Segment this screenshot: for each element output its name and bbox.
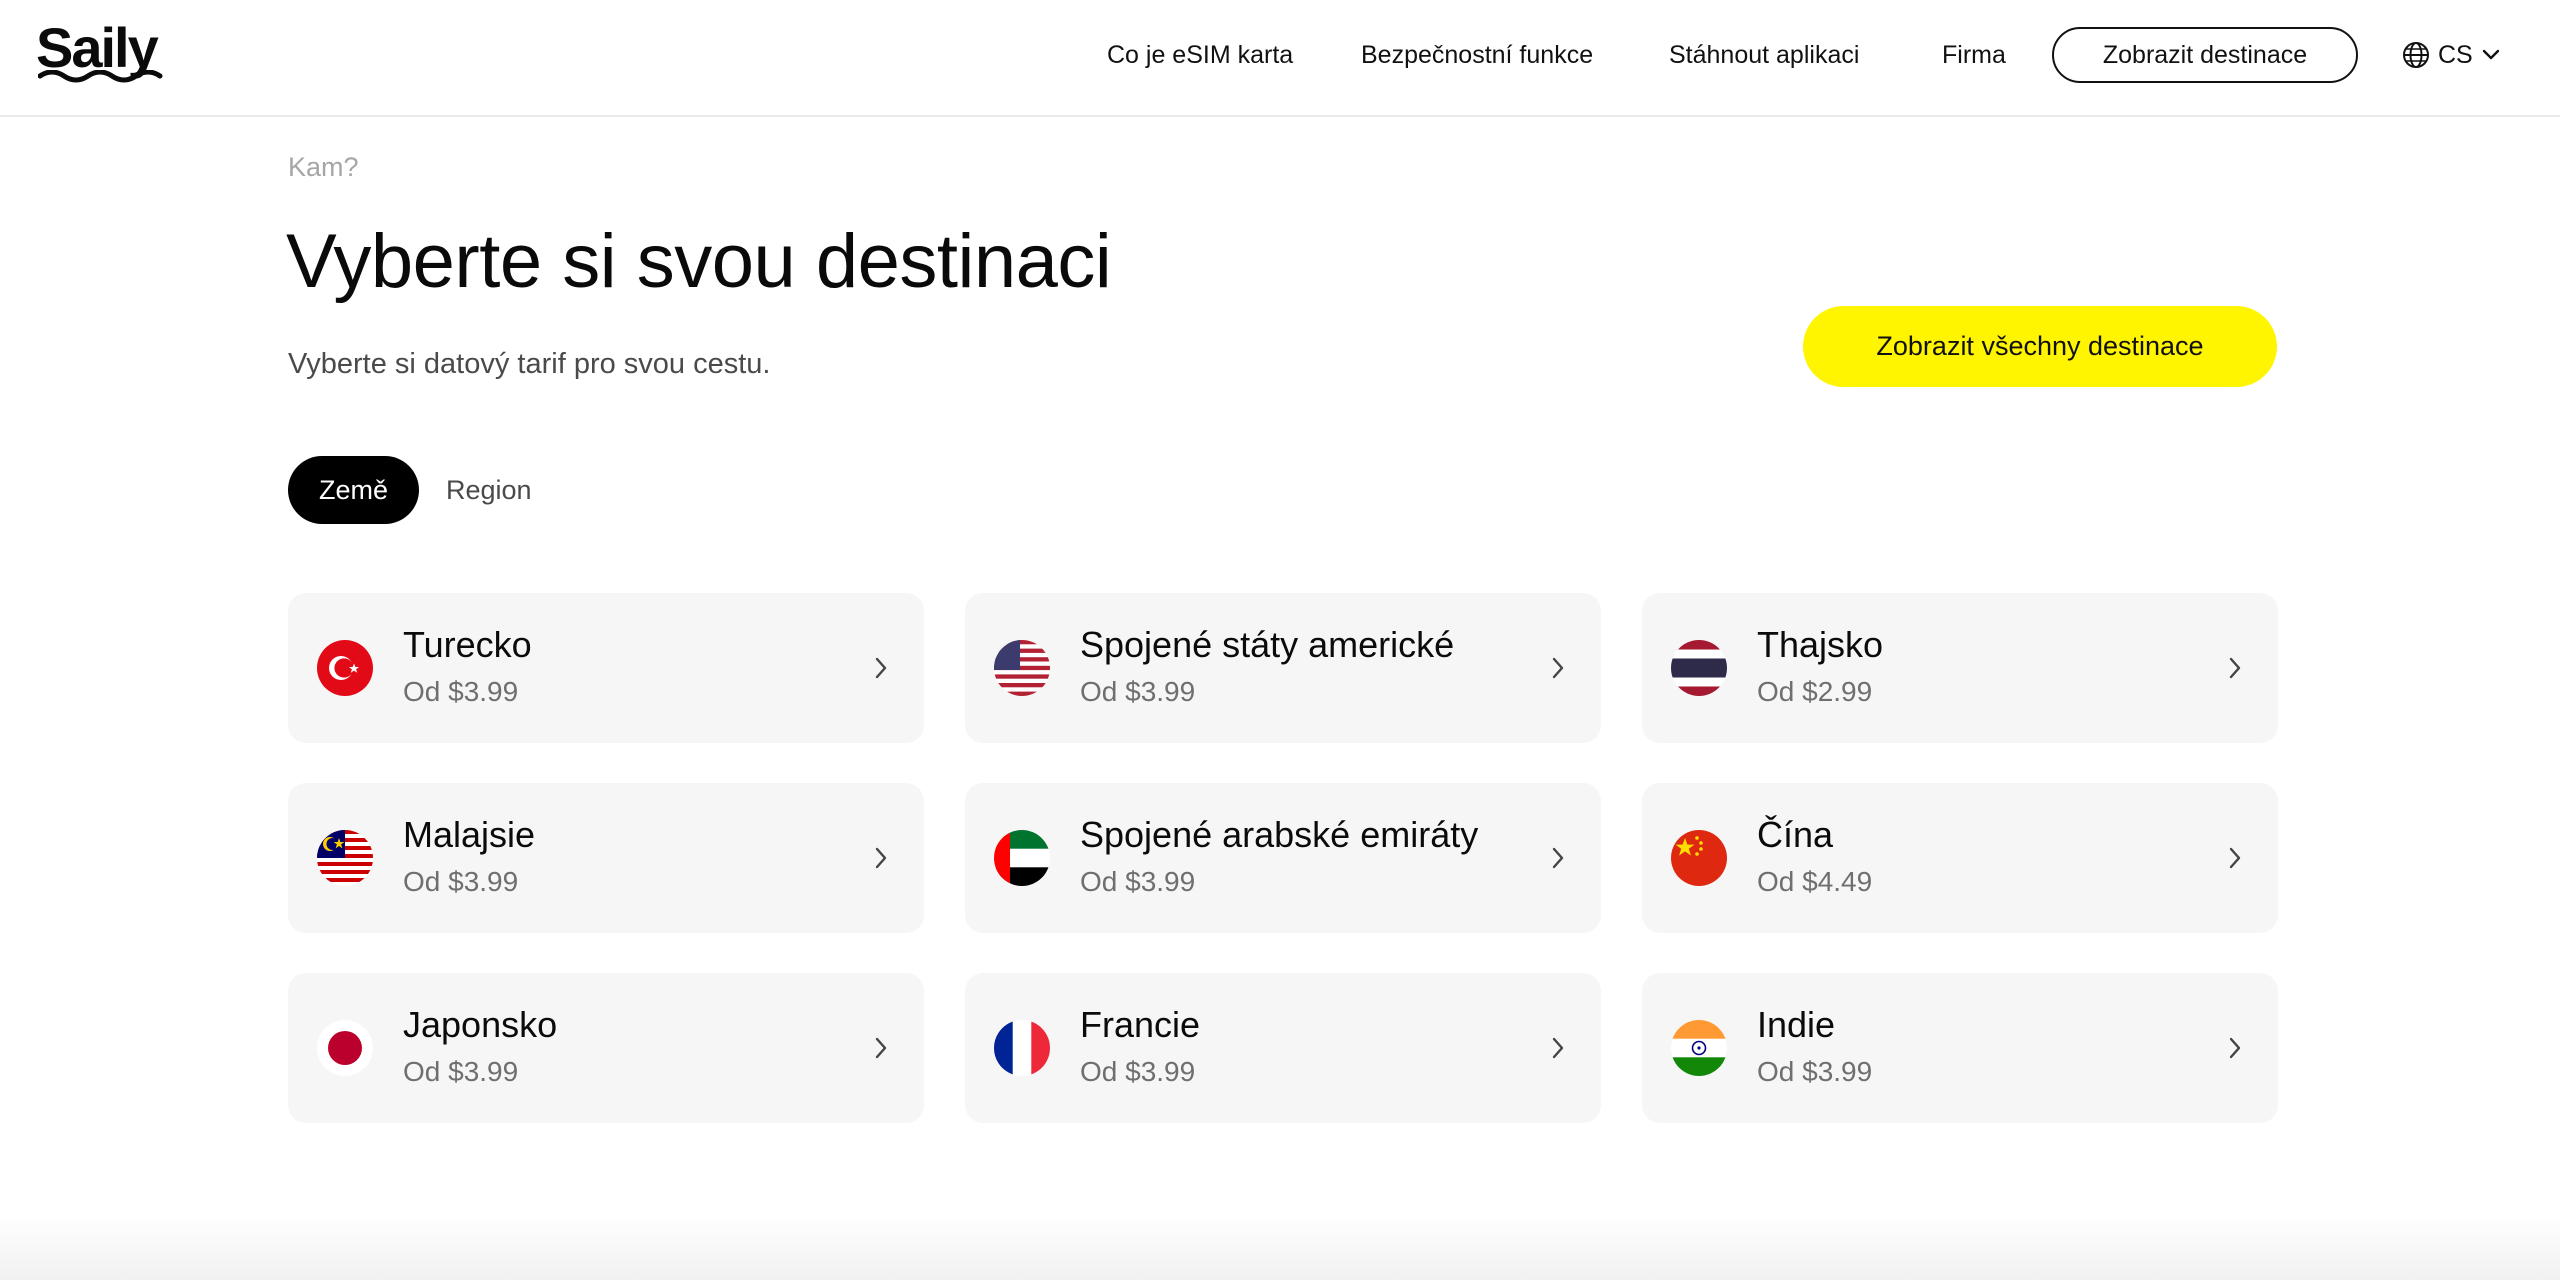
chevron-right-icon [2229,1037,2241,1059]
destination-name: Spojené arabské emiráty [1080,814,1479,855]
destination-price: Od $3.99 [403,1056,519,1087]
show-destinations-button[interactable]: Zobrazit destinace [2052,27,2358,83]
destination-price: Od $3.99 [1080,676,1196,707]
tab-countries[interactable]: Země [288,456,419,524]
chevron-right-icon [2229,657,2241,679]
france-flag-icon [994,1020,1050,1076]
nav-link-security[interactable]: Bezpečnostní funkce [1361,40,1593,70]
chevron-right-icon [875,1037,887,1059]
language-code: CS [2438,40,2473,69]
destination-card-turkey[interactable]: Turecko Od $3.99 [288,593,924,743]
destination-price: Od $3.99 [1080,866,1196,897]
tab-region[interactable]: Region [446,456,532,524]
show-all-destinations-button[interactable]: Zobrazit všechny destinace [1803,306,2277,387]
destination-name: Francie [1080,1004,1201,1045]
section-kicker: Kam? [288,152,359,182]
nav-link-download-app[interactable]: Stáhnout aplikaci [1669,40,1859,70]
destination-card-france[interactable]: Francie Od $3.99 [965,973,1601,1123]
china-flag-icon [1671,830,1727,886]
uae-flag-icon [994,830,1050,886]
destination-name: Thajsko [1757,624,1884,665]
chevron-down-icon [2482,49,2499,60]
language-selector[interactable]: CS [2402,37,2501,73]
nav-link-business[interactable]: Firma [1942,40,2006,70]
chevron-right-icon [875,847,887,869]
destination-price: Od $3.99 [403,866,519,897]
destination-card-uae[interactable]: Spojené arabské emiráty Od $3.99 [965,783,1601,933]
globe-icon [2403,42,2429,68]
destination-name: Japonsko [403,1004,558,1045]
destination-card-japan[interactable]: Japonsko Od $3.99 [288,973,924,1123]
destination-card-usa[interactable]: Spojené státy americké Od $3.99 [965,593,1601,743]
turkey-flag-icon [317,640,373,696]
destination-name: Malajsie [403,814,536,855]
destination-price: Od $4.49 [1757,866,1873,897]
next-section-edge [0,1215,2560,1280]
destination-name: Indie [1757,1004,1836,1045]
chevron-right-icon [1552,1037,1564,1059]
chevron-right-icon [1552,657,1564,679]
saily-logo[interactable]: Saily [36,20,172,86]
destination-card-thailand[interactable]: Thajsko Od $2.99 [1642,593,2278,743]
malaysia-flag-icon [317,830,373,886]
destination-price: Od $3.99 [403,676,519,707]
destination-card-india[interactable]: Indie Od $3.99 [1642,973,2278,1123]
chevron-right-icon [875,657,887,679]
destination-card-malaysia[interactable]: Malajsie Od $3.99 [288,783,924,933]
destination-price: Od $3.99 [1080,1056,1196,1087]
india-flag-icon [1671,1020,1727,1076]
thailand-flag-icon [1671,640,1727,696]
destination-price: Od $3.99 [1757,1056,1873,1087]
nav-link-esim[interactable]: Co je eSIM karta [1107,40,1293,70]
page-subtitle: Vyberte si datový tarif pro svou cestu. [288,348,771,380]
logo-text: Saily [36,16,159,79]
usa-flag-icon [994,640,1050,696]
japan-flag-icon [317,1020,373,1076]
wave-icon [38,70,163,83]
destination-name: Čína [1757,814,1834,855]
destination-card-china[interactable]: Čína Od $4.49 [1642,783,2278,933]
site-header: Saily Co je eSIM karta Bezpečnostní funk… [0,0,2560,117]
chevron-right-icon [1552,847,1564,869]
chevron-right-icon [2229,847,2241,869]
page-title: Vyberte si svou destinaci [286,219,1112,304]
destination-name: Spojené státy americké [1080,624,1455,665]
destination-name: Turecko [403,624,532,665]
destination-price: Od $2.99 [1757,676,1873,707]
